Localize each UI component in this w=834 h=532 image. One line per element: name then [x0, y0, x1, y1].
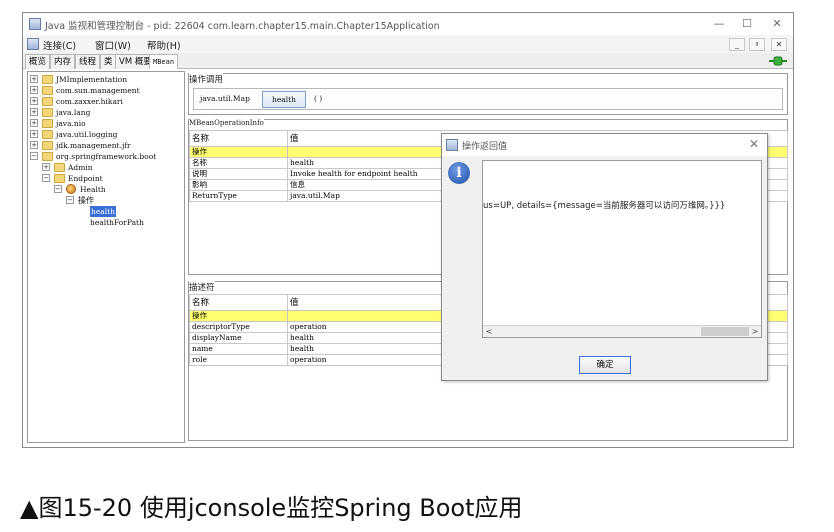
- ok-button[interactable]: 确定: [579, 356, 631, 374]
- title-bar: Java 监视和管理控制台 - pid: 22604 com.learn.cha…: [23, 13, 793, 35]
- expand-icon[interactable]: +: [30, 141, 38, 149]
- collapse-icon[interactable]: −: [54, 185, 62, 193]
- table-cell: 说明: [189, 168, 288, 180]
- collapse-icon[interactable]: −: [66, 196, 74, 204]
- inner-minimize-button[interactable]: _: [729, 38, 745, 51]
- table-cell: descriptorType: [189, 321, 288, 333]
- tree-label: com.sun.management: [56, 86, 140, 95]
- table-cell: role: [189, 354, 288, 366]
- folder-icon: [54, 163, 65, 172]
- tree-label: jdk.management.jfr: [56, 141, 131, 150]
- panel-title: 描述符: [189, 281, 215, 293]
- folder-icon: [42, 119, 53, 128]
- table-cell: 操作: [189, 310, 288, 322]
- table-cell: displayName: [189, 332, 288, 344]
- window-title: Java 监视和管理控制台 - pid: 22604 com.learn.cha…: [45, 21, 440, 32]
- connection-status-icon: [769, 56, 787, 66]
- tree-label: Endpoint: [68, 174, 103, 183]
- scroll-left-icon[interactable]: <: [483, 326, 495, 337]
- tree-label: org.springframework.boot: [56, 152, 157, 161]
- dialog-close-button[interactable]: ✕: [749, 137, 759, 151]
- column-header: 名称: [189, 294, 288, 311]
- tree-label: 操作: [78, 196, 94, 205]
- inner-close-button[interactable]: ✕: [771, 38, 787, 51]
- info-icon: i: [448, 162, 470, 184]
- result-text: us=UP, details={message=当前服务器可以访问万维网。}}}: [483, 201, 726, 211]
- operation-invocation-panel: 操作调用 java.util.Map health ( ): [188, 73, 788, 115]
- panel-title: 操作调用: [189, 73, 224, 85]
- tab-threads[interactable]: 线程: [75, 54, 101, 69]
- collapse-icon[interactable]: −: [30, 152, 38, 160]
- jconsole-window: Java 监视和管理控制台 - pid: 22604 com.learn.cha…: [22, 12, 794, 448]
- expand-icon[interactable]: +: [30, 86, 38, 94]
- tree-label: java.util.logging: [56, 130, 118, 139]
- table-cell: 操作: [189, 146, 288, 158]
- folder-icon: [42, 141, 53, 150]
- minimize-button[interactable]: —: [709, 16, 729, 32]
- tree-label: health: [90, 206, 116, 217]
- java-cup-icon: [446, 139, 458, 151]
- operation-return-dialog: 操作返回值 ✕ i us=UP, details={message=当前服务器可…: [441, 133, 768, 381]
- folder-icon: [42, 108, 53, 117]
- tab-memory[interactable]: 内存: [50, 54, 76, 69]
- tree-label: java.nio: [56, 119, 86, 128]
- close-button[interactable]: ✕: [767, 16, 787, 32]
- app-menu-icon: [27, 38, 39, 50]
- tree-label: JMImplementation: [56, 75, 128, 84]
- operation-row: java.util.Map health ( ): [193, 88, 783, 110]
- expand-icon[interactable]: +: [30, 97, 38, 105]
- dialog-title-bar: 操作返回值 ✕: [442, 134, 767, 156]
- folder-icon: [42, 97, 53, 106]
- inner-restore-button[interactable]: ᵍ: [749, 38, 765, 51]
- params-label: ( ): [314, 94, 323, 103]
- result-text-area[interactable]: us=UP, details={message=当前服务器可以访问万维网。}}}…: [482, 160, 762, 338]
- return-type-label: java.util.Map: [200, 94, 250, 103]
- tree-label: Health: [80, 185, 106, 194]
- folder-open-icon: [42, 152, 53, 161]
- page: Java 监视和管理控制台 - pid: 22604 com.learn.cha…: [0, 0, 834, 532]
- menu-connection[interactable]: 连接(C): [43, 38, 76, 52]
- folder-icon: [42, 75, 53, 84]
- horizontal-scrollbar[interactable]: < >: [483, 325, 761, 337]
- scroll-thumb[interactable]: [701, 327, 749, 336]
- expand-icon[interactable]: +: [42, 163, 50, 171]
- menu-window[interactable]: 窗口(W): [95, 38, 131, 52]
- expand-icon[interactable]: +: [30, 75, 38, 83]
- mbean-icon: [66, 184, 76, 194]
- collapse-icon[interactable]: −: [42, 174, 50, 182]
- maximize-button[interactable]: ☐: [737, 16, 757, 32]
- table-cell: 影响: [189, 179, 288, 191]
- tab-mbean[interactable]: MBean: [149, 54, 179, 69]
- java-cup-icon: [29, 18, 41, 30]
- dialog-title: 操作返回值: [462, 142, 508, 152]
- tab-overview[interactable]: 概览: [25, 54, 51, 69]
- tree-label: com.zaxxer.hikari: [56, 97, 123, 106]
- menu-bar: 连接(C) 窗口(W) 帮助(H) _ ᵍ ✕: [23, 35, 793, 53]
- tree-label: Admin: [68, 163, 93, 172]
- folder-icon: [42, 86, 53, 95]
- panel-title: MBeanOperationInfo: [189, 119, 264, 127]
- folder-open-icon: [54, 174, 65, 183]
- table-cell: name: [189, 343, 288, 355]
- expand-icon[interactable]: +: [30, 108, 38, 116]
- folder-icon: [42, 130, 53, 139]
- expand-icon[interactable]: +: [30, 119, 38, 127]
- invoke-health-button[interactable]: health: [262, 91, 306, 108]
- table-cell: 名称: [189, 157, 288, 169]
- scroll-right-icon[interactable]: >: [749, 326, 761, 337]
- table-cell: ReturnType: [189, 190, 288, 202]
- expand-icon[interactable]: +: [30, 130, 38, 138]
- mbean-tree: + JMImplementation + com.sun.management …: [27, 71, 185, 443]
- dialog-body: i us=UP, details={message=当前服务器可以访问万维网。}…: [442, 156, 767, 380]
- tab-bar: 概览 内存 线程 类 VM 概要 MBean: [23, 53, 793, 69]
- figure-caption: ▲图15-20 使用jconsole监控Spring Boot应用: [20, 494, 523, 522]
- menu-help[interactable]: 帮助(H): [147, 38, 181, 52]
- tree-label: java.lang: [56, 108, 91, 117]
- column-header: 名称: [189, 130, 288, 147]
- tree-label: healthForPath: [90, 218, 144, 227]
